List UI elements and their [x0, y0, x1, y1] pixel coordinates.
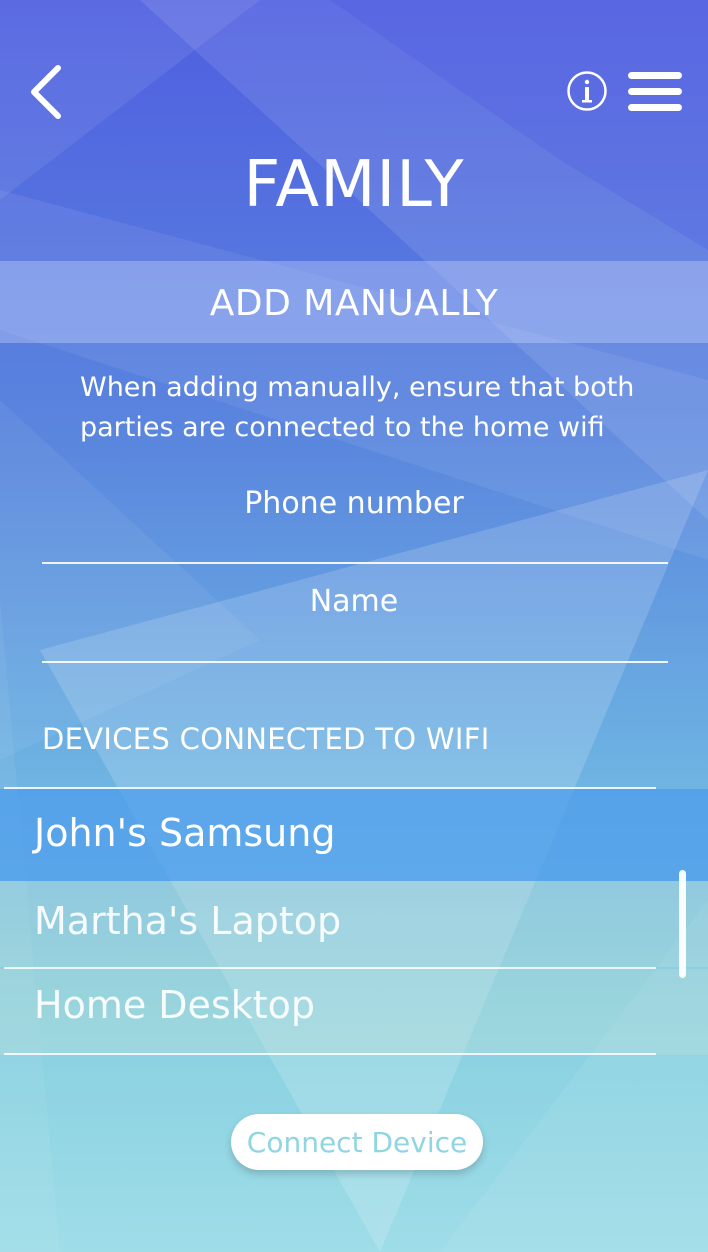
device-label: John's Samsung	[34, 811, 336, 855]
list-divider	[4, 1053, 656, 1055]
name-field-underline	[42, 661, 668, 663]
instructions-line-2: parties are connected to the home wifi	[80, 412, 605, 443]
devices-section-header: DEVICES CONNECTED TO WIFI	[42, 722, 490, 756]
family-screen: FAMILY ADD MANUALLY When adding manually…	[0, 0, 708, 1252]
page-title: FAMILY	[243, 148, 465, 222]
info-button[interactable]	[566, 70, 608, 112]
instructions-text: When adding manually, ensure that both p…	[80, 368, 680, 448]
menu-button[interactable]	[628, 70, 682, 114]
device-list-scrollbar[interactable]	[679, 870, 686, 978]
chevron-left-icon	[31, 65, 61, 119]
instructions-line-1: When adding manually, ensure that both	[80, 372, 635, 403]
section-title: ADD MANUALLY	[209, 283, 499, 324]
connect-device-button[interactable]: Connect Device	[231, 1114, 483, 1170]
back-button[interactable]	[26, 62, 70, 122]
list-item-home-desktop[interactable]: Home Desktop	[0, 969, 708, 1055]
name-field[interactable]: Name	[40, 584, 668, 619]
phone-field-underline	[42, 562, 668, 564]
info-icon	[567, 71, 607, 111]
list-item-johns-samsung[interactable]: John's Samsung	[0, 789, 708, 881]
device-label: Home Desktop	[34, 983, 316, 1027]
device-list: John's Samsung Martha's Laptop Home Desk…	[0, 787, 708, 1055]
list-item-marthas-laptop[interactable]: Martha's Laptop	[0, 881, 708, 967]
device-label: Martha's Laptop	[34, 899, 342, 943]
hamburger-menu-icon	[628, 72, 682, 111]
phone-number-field[interactable]: Phone number	[40, 486, 668, 521]
